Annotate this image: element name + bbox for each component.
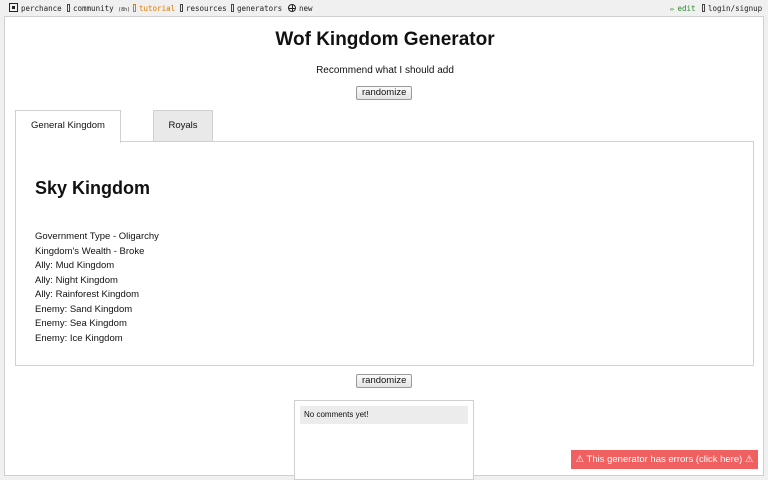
generator-panel: Wof Kingdom Generator Recommend what I s…	[4, 16, 764, 480]
tab-general-kingdom[interactable]: General Kingdom	[15, 110, 121, 143]
nav-community[interactable]: community (8h)	[67, 3, 130, 14]
detail-line: Ally: Mud Kingdom	[35, 260, 115, 271]
nav-perchance[interactable]: perchance	[9, 3, 62, 14]
nav-edit[interactable]: ✏ edit	[670, 3, 696, 14]
kingdom-details: Government Type - Oligarchy Kingdom's We…	[35, 230, 159, 346]
kingdom-name: Sky Kingdom	[35, 178, 151, 198]
comments-box: No comments yet!	[294, 400, 474, 480]
detail-line: Enemy: Ice Kingdom	[35, 332, 123, 344]
nav-login[interactable]: login/signup	[702, 3, 762, 14]
nav-login-label: login/signup	[708, 4, 763, 13]
nav-perchance-label: perchance	[21, 4, 62, 13]
nav-community-label: community	[73, 4, 114, 13]
pencil-icon: ✏	[670, 4, 675, 13]
chat-icon	[67, 4, 70, 12]
detail-line: Government Type - Oligarchy	[35, 231, 159, 242]
tab-panel-general: Sky Kingdom Government Type - Oligarchy …	[15, 141, 754, 366]
resources-icon	[180, 4, 183, 12]
nav-new[interactable]: new	[288, 3, 313, 14]
error-banner[interactable]: ⚠ This generator has errors (click here)…	[571, 450, 758, 469]
nav-edit-label: edit	[677, 4, 696, 13]
nav-generators-label: generators	[237, 4, 283, 13]
top-nav-bar: perchance community (8h) tutorial resour…	[0, 0, 768, 16]
detail-line: Ally: Rainforest Kingdom	[35, 289, 140, 300]
randomize-button-top[interactable]: randomize	[356, 86, 412, 100]
detail-line: Enemy: Sea Kingdom	[35, 318, 127, 329]
user-icon	[702, 4, 705, 12]
book-icon	[133, 4, 136, 12]
nav-resources[interactable]: resources	[180, 3, 227, 14]
detail-line: Ally: Night Kingdom	[35, 274, 118, 286]
plus-circle-icon	[288, 4, 296, 12]
page-title: Wof Kingdom Generator	[275, 29, 495, 50]
page-subtitle: Recommend what I should add	[316, 65, 454, 76]
generators-icon	[231, 4, 234, 12]
randomize-button-bottom[interactable]: randomize	[356, 374, 412, 388]
nav-tutorial-label: tutorial	[139, 4, 176, 13]
nav-resources-label: resources	[186, 4, 227, 13]
community-badge: (8h)	[118, 7, 131, 13]
detail-line: Enemy: Sand Kingdom	[35, 303, 133, 315]
perchance-logo-icon	[9, 3, 18, 12]
comments-empty-message: No comments yet!	[300, 406, 468, 424]
tab-royals[interactable]: Royals	[153, 110, 213, 142]
nav-generators[interactable]: generators	[231, 3, 282, 14]
nav-tutorial[interactable]: tutorial	[133, 3, 175, 14]
detail-line: Kingdom's Wealth - Broke	[35, 245, 145, 257]
nav-new-label: new	[299, 4, 313, 13]
